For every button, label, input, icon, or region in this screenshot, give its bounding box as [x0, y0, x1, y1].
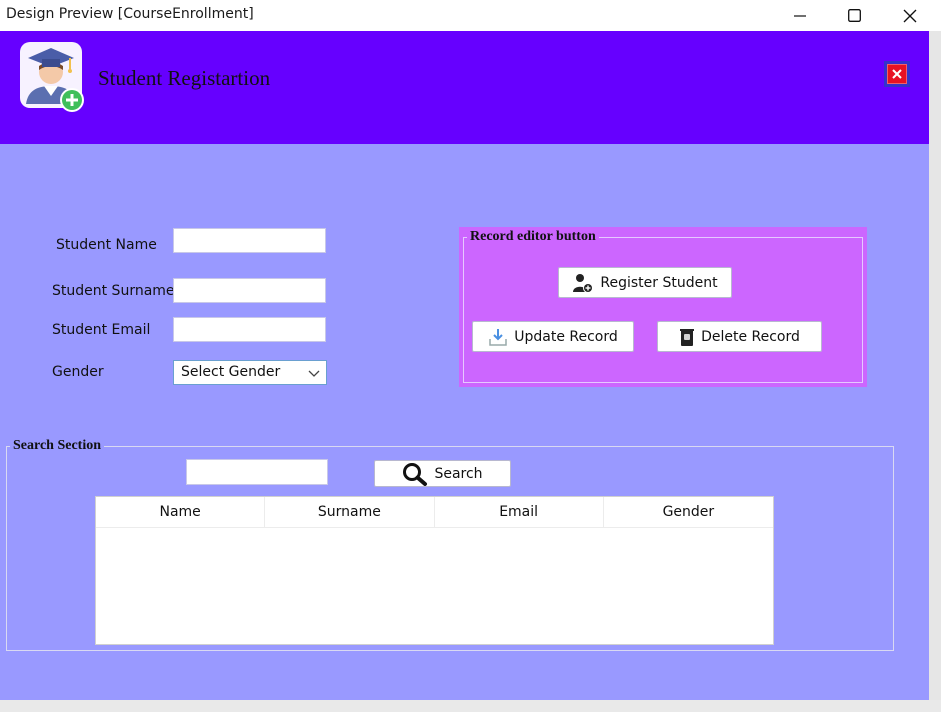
- minimize-icon: [794, 14, 806, 17]
- update-record-button[interactable]: Update Record: [472, 321, 634, 352]
- maximize-icon: [847, 9, 861, 22]
- student-surname-input[interactable]: [173, 278, 326, 303]
- gender-label: Gender: [52, 364, 104, 380]
- window-title-bar: Design Preview [CourseEnrollment]: [0, 0, 941, 31]
- close-icon: [903, 9, 917, 22]
- chevron-down-icon: [308, 370, 320, 377]
- search-button-label: Search: [434, 465, 483, 482]
- window-close-button[interactable]: [882, 0, 938, 31]
- close-form-icon: [887, 64, 907, 84]
- form-client-area: Student Registartion Student Name Studen…: [0, 31, 929, 700]
- maximize-button[interactable]: [826, 0, 882, 31]
- grid-header-row: Name Surname Email Gender: [96, 497, 773, 528]
- minimize-button[interactable]: [772, 0, 828, 31]
- trash-icon: [680, 328, 695, 346]
- column-header-name[interactable]: Name: [96, 497, 266, 527]
- record-editor-title: Record editor button: [467, 229, 599, 245]
- register-student-label: Register Student: [600, 274, 718, 291]
- record-editor-panel: Record editor button Register Student Up…: [459, 227, 867, 387]
- column-header-gender[interactable]: Gender: [604, 497, 773, 527]
- close-form-button[interactable]: [884, 61, 910, 87]
- student-graduate-add-icon: [18, 40, 90, 116]
- student-name-label: Student Name: [56, 237, 157, 253]
- search-section-title: Search Section: [10, 438, 105, 454]
- delete-record-button[interactable]: Delete Record: [657, 321, 822, 352]
- gender-selected-value: Select Gender: [181, 364, 281, 380]
- search-input[interactable]: [186, 459, 328, 485]
- download-arrow-icon: [489, 328, 507, 346]
- user-add-icon: [573, 273, 594, 293]
- students-data-grid[interactable]: Name Surname Email Gender: [95, 496, 774, 645]
- update-record-label: Update Record: [514, 328, 618, 345]
- column-header-email[interactable]: Email: [435, 497, 604, 527]
- search-button[interactable]: Search: [374, 460, 511, 487]
- window-title: Design Preview [CourseEnrollment]: [6, 6, 254, 22]
- register-student-button[interactable]: Register Student: [558, 267, 732, 298]
- delete-record-label: Delete Record: [701, 328, 800, 345]
- student-email-label: Student Email: [52, 322, 151, 338]
- student-surname-label: Student Surname: [52, 283, 175, 299]
- header-banner: Student Registartion: [0, 31, 929, 144]
- window-shadow-bottom: [0, 700, 941, 712]
- record-editor-frame: [463, 237, 863, 383]
- gender-select[interactable]: Select Gender: [173, 360, 327, 385]
- window-shadow: [929, 31, 941, 712]
- column-header-surname[interactable]: Surname: [265, 497, 435, 527]
- search-icon: [403, 462, 428, 486]
- student-name-input[interactable]: [173, 228, 326, 253]
- student-email-input[interactable]: [173, 317, 326, 342]
- page-title: Student Registartion: [98, 66, 271, 90]
